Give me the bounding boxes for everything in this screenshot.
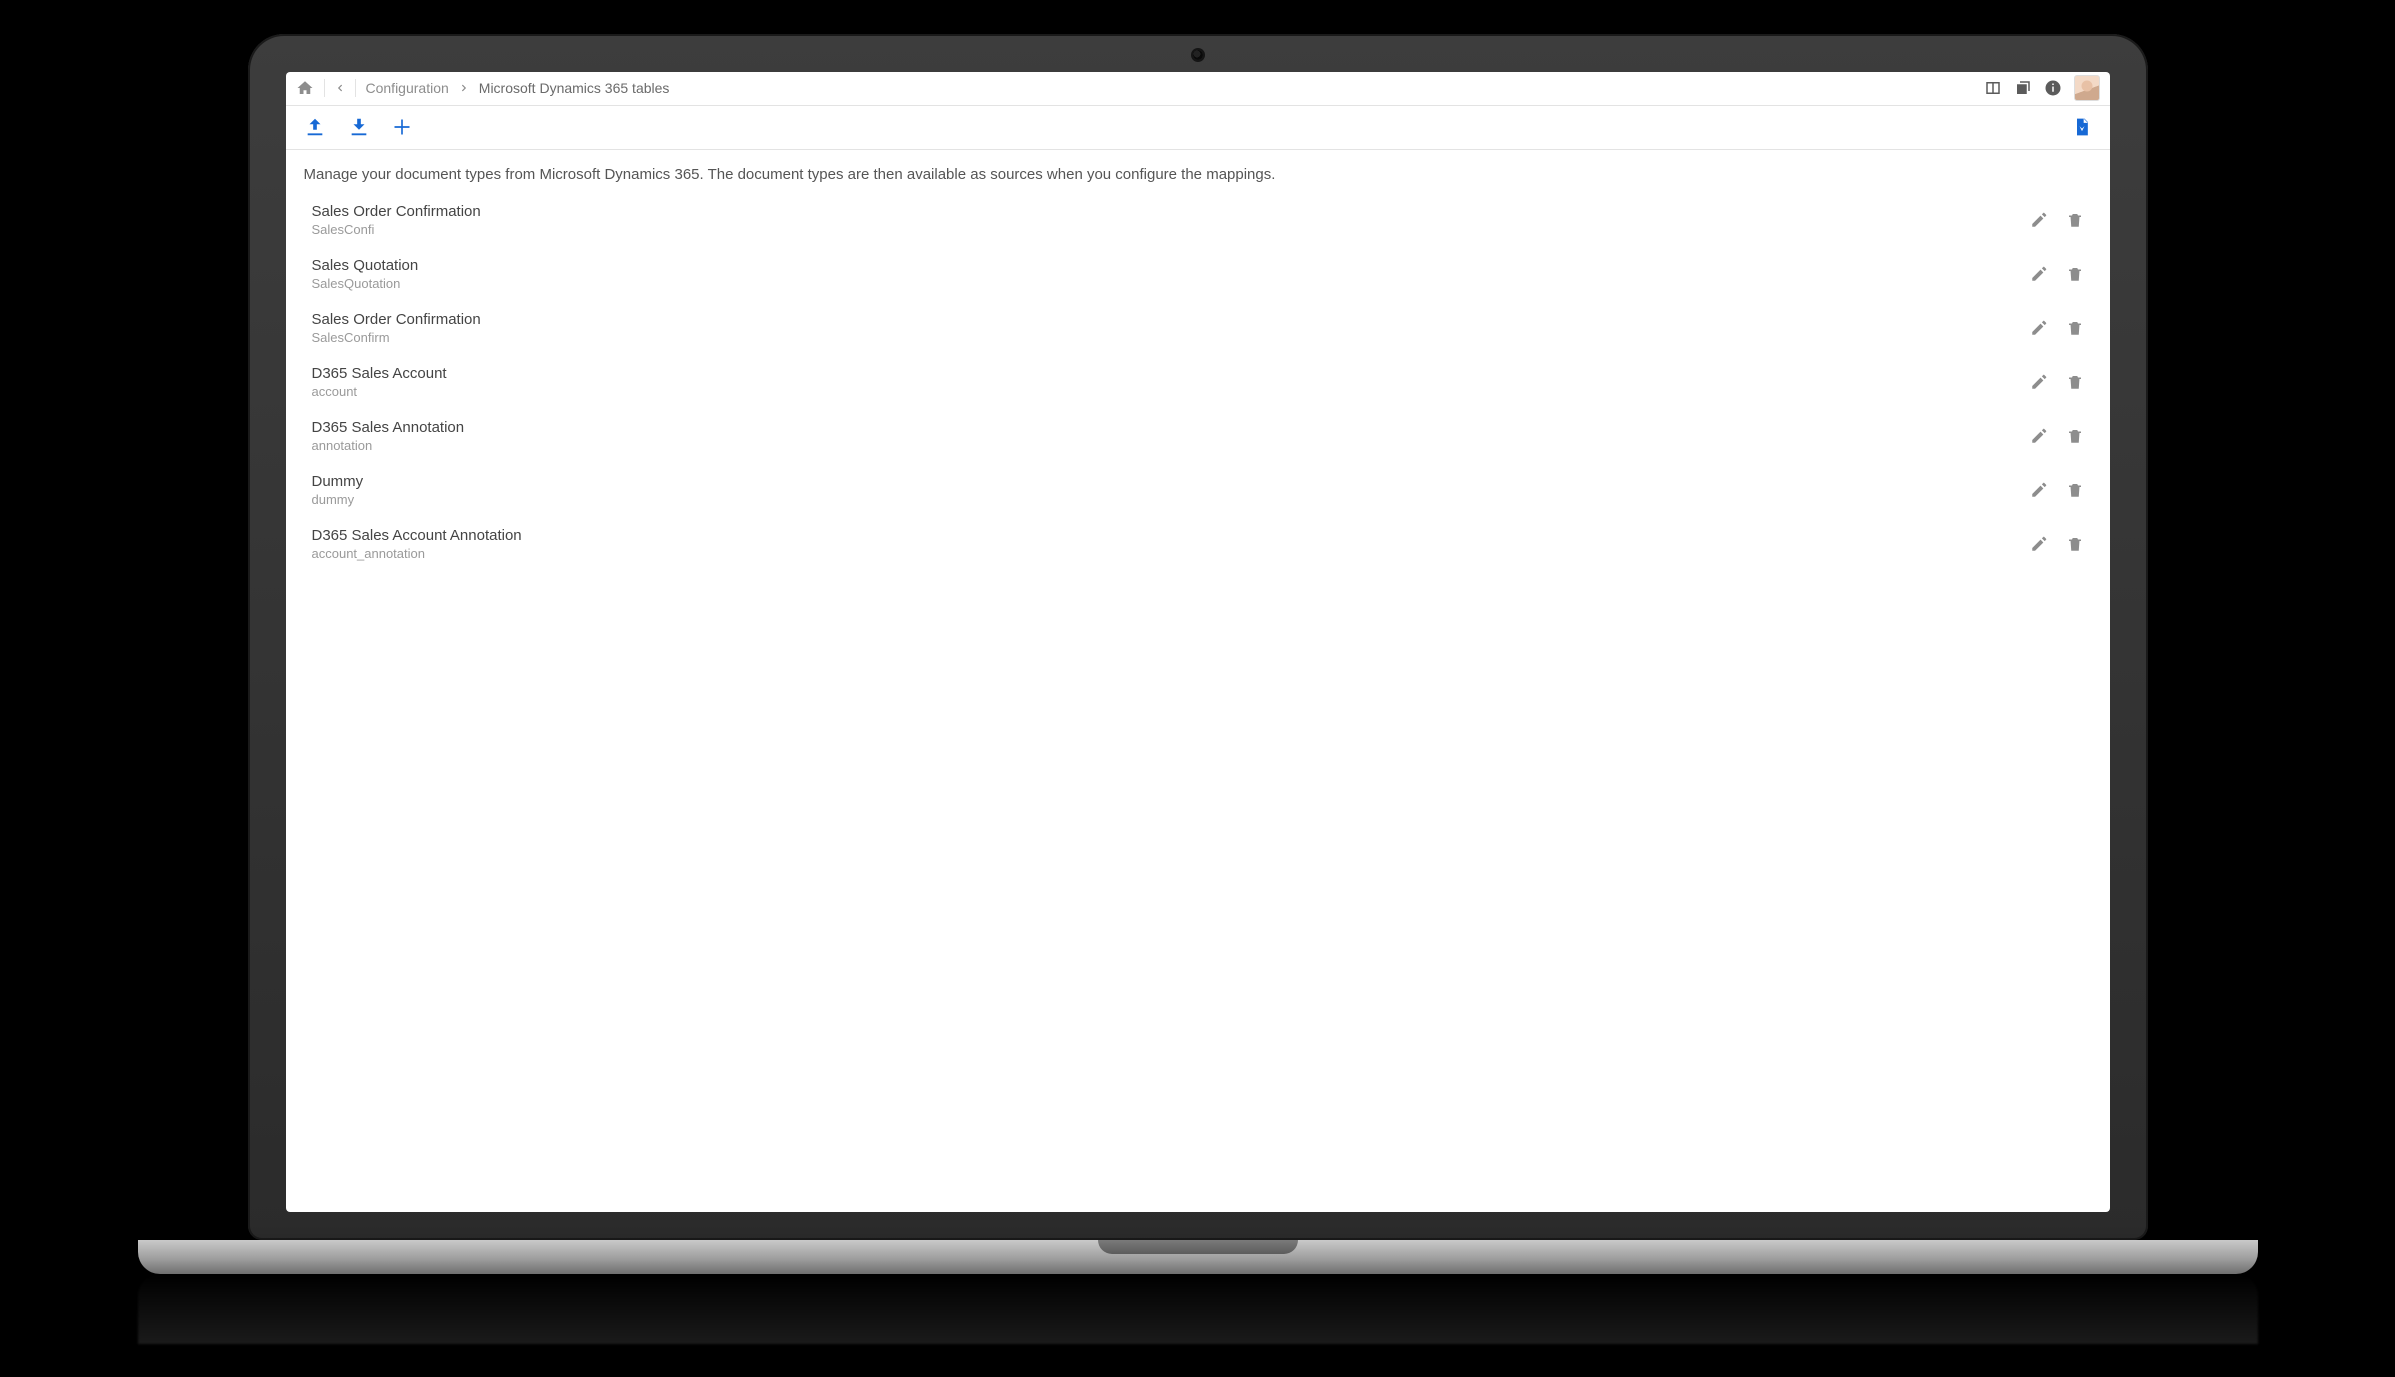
list-item-title: Dummy — [312, 473, 2030, 490]
delete-icon[interactable] — [2066, 319, 2084, 337]
list-item-subtitle: SalesConfi — [312, 222, 2030, 237]
breadcrumb: Configuration Microsoft Dynamics 365 tab… — [296, 79, 1974, 97]
document-type-list: Sales Order ConfirmationSalesConfiSales … — [286, 189, 2110, 591]
list-item-title: Sales Order Confirmation — [312, 311, 2030, 328]
laptop-camera — [1193, 50, 1203, 60]
list-item: Sales Order Confirmation SalesConfirm — [286, 301, 2110, 355]
page-description: Manage your document types from Microsof… — [286, 150, 2110, 189]
delete-icon[interactable] — [2066, 535, 2084, 553]
edit-icon[interactable] — [2030, 481, 2048, 499]
delete-icon[interactable] — [2066, 211, 2084, 229]
laptop-notch — [1098, 1240, 1298, 1254]
list-item: Sales Quotation SalesQuotation — [286, 247, 2110, 301]
delete-icon[interactable] — [2066, 481, 2084, 499]
app-screen: Configuration Microsoft Dynamics 365 tab… — [286, 72, 2110, 1212]
divider — [324, 79, 325, 97]
home-icon[interactable] — [296, 79, 314, 97]
edit-icon[interactable] — [2030, 319, 2048, 337]
edit-icon[interactable] — [2030, 427, 2048, 445]
list-item-subtitle: SalesQuotation — [312, 276, 2030, 291]
add-icon[interactable] — [392, 117, 412, 137]
list-item-subtitle: SalesConfirm — [312, 330, 2030, 345]
delete-icon[interactable] — [2066, 373, 2084, 391]
laptop-mockup: Configuration Microsoft Dynamics 365 tab… — [248, 34, 2148, 1344]
edit-icon[interactable] — [2030, 211, 2048, 229]
chevron-right-icon — [459, 83, 469, 93]
list-item-subtitle: dummy — [312, 492, 2030, 507]
list-item-title: Sales Quotation — [312, 257, 2030, 274]
list-item-title: Sales Order Confirmation — [312, 203, 2030, 220]
avatar[interactable] — [2074, 75, 2100, 101]
delete-icon[interactable] — [2066, 427, 2084, 445]
file-download-icon[interactable] — [2072, 116, 2092, 138]
info-icon[interactable] — [2044, 79, 2062, 97]
list-item-subtitle: account — [312, 384, 2030, 399]
laptop-base — [138, 1240, 2258, 1274]
list-item-subtitle: annotation — [312, 438, 2030, 453]
list-item-title: D365 Sales Account — [312, 365, 2030, 382]
chevron-left-icon[interactable] — [335, 83, 345, 93]
list-item: D365 Sales Account Annotation account_ann… — [286, 517, 2110, 571]
list-item: D365 Sales Annotation annotation — [286, 409, 2110, 463]
list-item-title: D365 Sales Account Annotation — [312, 527, 2030, 544]
panel-layout-icon[interactable] — [1984, 79, 2002, 97]
list-item-subtitle: account_annotation — [312, 546, 2030, 561]
list-item: Sales Order Confirmation SalesConfi — [286, 193, 2110, 247]
breadcrumb-current: Microsoft Dynamics 365 tables — [479, 80, 670, 96]
upload-icon[interactable] — [304, 116, 326, 138]
laptop-reflection — [138, 1274, 2258, 1344]
toolbar — [286, 106, 2110, 150]
topbar: Configuration Microsoft Dynamics 365 tab… — [286, 72, 2110, 106]
download-icon[interactable] — [348, 116, 370, 138]
open-window-icon[interactable] — [2014, 79, 2032, 97]
edit-icon[interactable] — [2030, 265, 2048, 283]
breadcrumb-parent[interactable]: Configuration — [366, 80, 449, 96]
divider — [355, 79, 356, 97]
list-item: D365 Sales Account account — [286, 355, 2110, 409]
list-item-title: D365 Sales Annotation — [312, 419, 2030, 436]
list-item: Dummy dummy — [286, 463, 2110, 517]
laptop-lid: Configuration Microsoft Dynamics 365 tab… — [248, 34, 2148, 1240]
edit-icon[interactable] — [2030, 535, 2048, 553]
delete-icon[interactable] — [2066, 265, 2084, 283]
edit-icon[interactable] — [2030, 373, 2048, 391]
